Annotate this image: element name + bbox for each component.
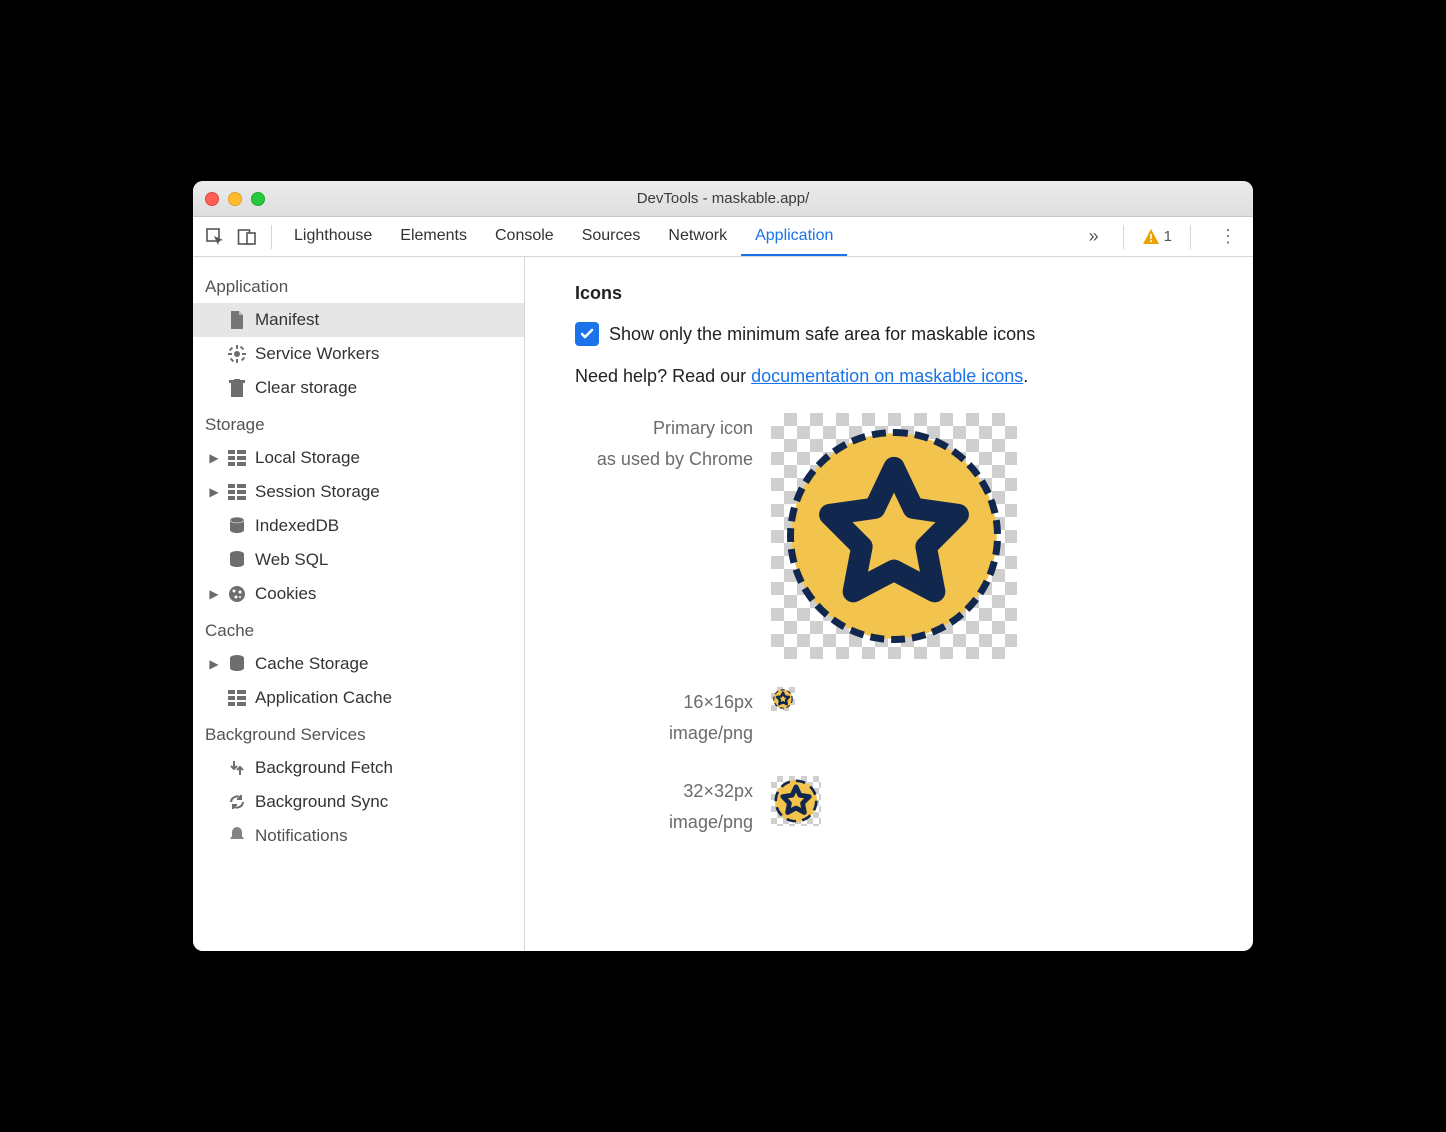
primary-icon-label-1: Primary icon [575, 413, 753, 444]
sync-icon [227, 792, 247, 812]
sidebar-item-notifications[interactable]: Notifications [193, 819, 524, 853]
chevron-right-icon[interactable]: ▶ [209, 485, 219, 499]
icon-preview-primary [771, 413, 1017, 659]
toolbar-separator [1123, 225, 1124, 249]
panel-tabs: Lighthouse Elements Console Sources Netw… [280, 217, 847, 256]
tab-elements[interactable]: Elements [386, 217, 481, 256]
sidebar-item-label: Cache Storage [255, 654, 368, 674]
minimize-button[interactable] [228, 192, 242, 206]
sidebar-item-background-sync[interactable]: Background Sync [193, 785, 524, 819]
sidebar-item-websql[interactable]: Web SQL [193, 543, 524, 577]
window-title: DevTools - maskable.app/ [193, 190, 1253, 207]
icon-mime-label: image/png [575, 718, 753, 749]
primary-icon-row: Primary icon as used by Chrome [575, 413, 1219, 659]
sidebar-item-label: Background Fetch [255, 758, 393, 778]
device-toolbar-icon[interactable] [231, 221, 263, 253]
sidebar-item-local-storage[interactable]: ▶ Local Storage [193, 441, 524, 475]
warnings-count: 1 [1164, 228, 1172, 245]
section-header-cache: Cache [193, 611, 524, 647]
safe-area-label: Show only the minimum safe area for mask… [609, 324, 1035, 345]
zoom-button[interactable] [251, 192, 265, 206]
warnings-badge[interactable]: 1 [1142, 228, 1172, 246]
section-header-application: Application [193, 267, 524, 303]
chevron-right-icon[interactable]: ▶ [209, 587, 219, 601]
icon-row-32: 32×32px image/png [575, 776, 1219, 837]
icon-mime-label: image/png [575, 807, 753, 838]
devtools-window: DevTools - maskable.app/ Lighthouse Elem… [193, 181, 1253, 951]
sidebar-item-label: Session Storage [255, 482, 380, 502]
tab-network[interactable]: Network [654, 217, 741, 256]
sidebar-item-session-storage[interactable]: ▶ Session Storage [193, 475, 524, 509]
sidebar-item-manifest[interactable]: Manifest [193, 303, 524, 337]
chevron-right-icon[interactable]: ▶ [209, 451, 219, 465]
window-controls [205, 192, 265, 206]
sidebar-item-label: Clear storage [255, 378, 357, 398]
devtools-toolbar: Lighthouse Elements Console Sources Netw… [193, 217, 1253, 257]
fetch-icon [227, 758, 247, 778]
sidebar-item-cache-storage[interactable]: ▶ Cache Storage [193, 647, 524, 681]
tab-application[interactable]: Application [741, 217, 847, 256]
sidebar-item-label: Web SQL [255, 550, 328, 570]
grid-icon [227, 482, 247, 502]
sidebar-item-label: Notifications [255, 826, 348, 846]
primary-icon-label-2: as used by Chrome [575, 444, 753, 475]
sidebar-item-label: Background Sync [255, 792, 388, 812]
sidebar-item-clear-storage[interactable]: Clear storage [193, 371, 524, 405]
icon-row-16: 16×16px image/png [575, 687, 1219, 748]
grid-icon [227, 448, 247, 468]
safe-area-checkbox[interactable] [575, 322, 599, 346]
tab-sources[interactable]: Sources [568, 217, 655, 256]
chevron-right-icon[interactable]: ▶ [209, 657, 219, 671]
sidebar-item-service-workers[interactable]: Service Workers [193, 337, 524, 371]
bell-icon [227, 826, 247, 846]
icon-size-label: 16×16px [575, 687, 753, 718]
icon-preview-16 [771, 687, 795, 711]
manifest-content[interactable]: Icons Show only the minimum safe area fo… [525, 257, 1253, 951]
sidebar-item-label: Manifest [255, 310, 319, 330]
sidebar-item-label: IndexedDB [255, 516, 339, 536]
sidebar-item-label: Cookies [255, 584, 316, 604]
tab-console[interactable]: Console [481, 217, 568, 256]
close-button[interactable] [205, 192, 219, 206]
sidebar-item-cookies[interactable]: ▶ Cookies [193, 577, 524, 611]
icon-preview-32 [771, 776, 821, 826]
file-icon [227, 310, 247, 330]
database-icon [227, 654, 247, 674]
sidebar-item-indexeddb[interactable]: IndexedDB [193, 509, 524, 543]
more-options-button[interactable]: ⋮ [1209, 226, 1247, 247]
sidebar-item-label: Local Storage [255, 448, 360, 468]
section-header-storage: Storage [193, 405, 524, 441]
application-sidebar[interactable]: Application Manifest Service Workers [193, 257, 525, 951]
tabs-overflow-button[interactable]: » [1083, 226, 1105, 247]
section-header-background-services: Background Services [193, 715, 524, 751]
database-icon [227, 550, 247, 570]
database-icon [227, 516, 247, 536]
cookie-icon [227, 584, 247, 604]
icons-heading: Icons [575, 283, 1219, 304]
titlebar: DevTools - maskable.app/ [193, 181, 1253, 217]
sidebar-item-application-cache[interactable]: Application Cache [193, 681, 524, 715]
sidebar-item-label: Application Cache [255, 688, 392, 708]
help-text: Need help? Read our documentation on mas… [575, 366, 1219, 387]
maskable-docs-link[interactable]: documentation on maskable icons [751, 366, 1023, 386]
icon-size-label: 32×32px [575, 776, 753, 807]
tab-lighthouse[interactable]: Lighthouse [280, 217, 386, 256]
gear-icon [227, 344, 247, 364]
sidebar-item-background-fetch[interactable]: Background Fetch [193, 751, 524, 785]
trash-icon [227, 378, 247, 398]
sidebar-item-label: Service Workers [255, 344, 379, 364]
toolbar-separator [271, 225, 272, 249]
inspect-element-icon[interactable] [199, 221, 231, 253]
toolbar-separator [1190, 225, 1191, 249]
grid-icon [227, 688, 247, 708]
